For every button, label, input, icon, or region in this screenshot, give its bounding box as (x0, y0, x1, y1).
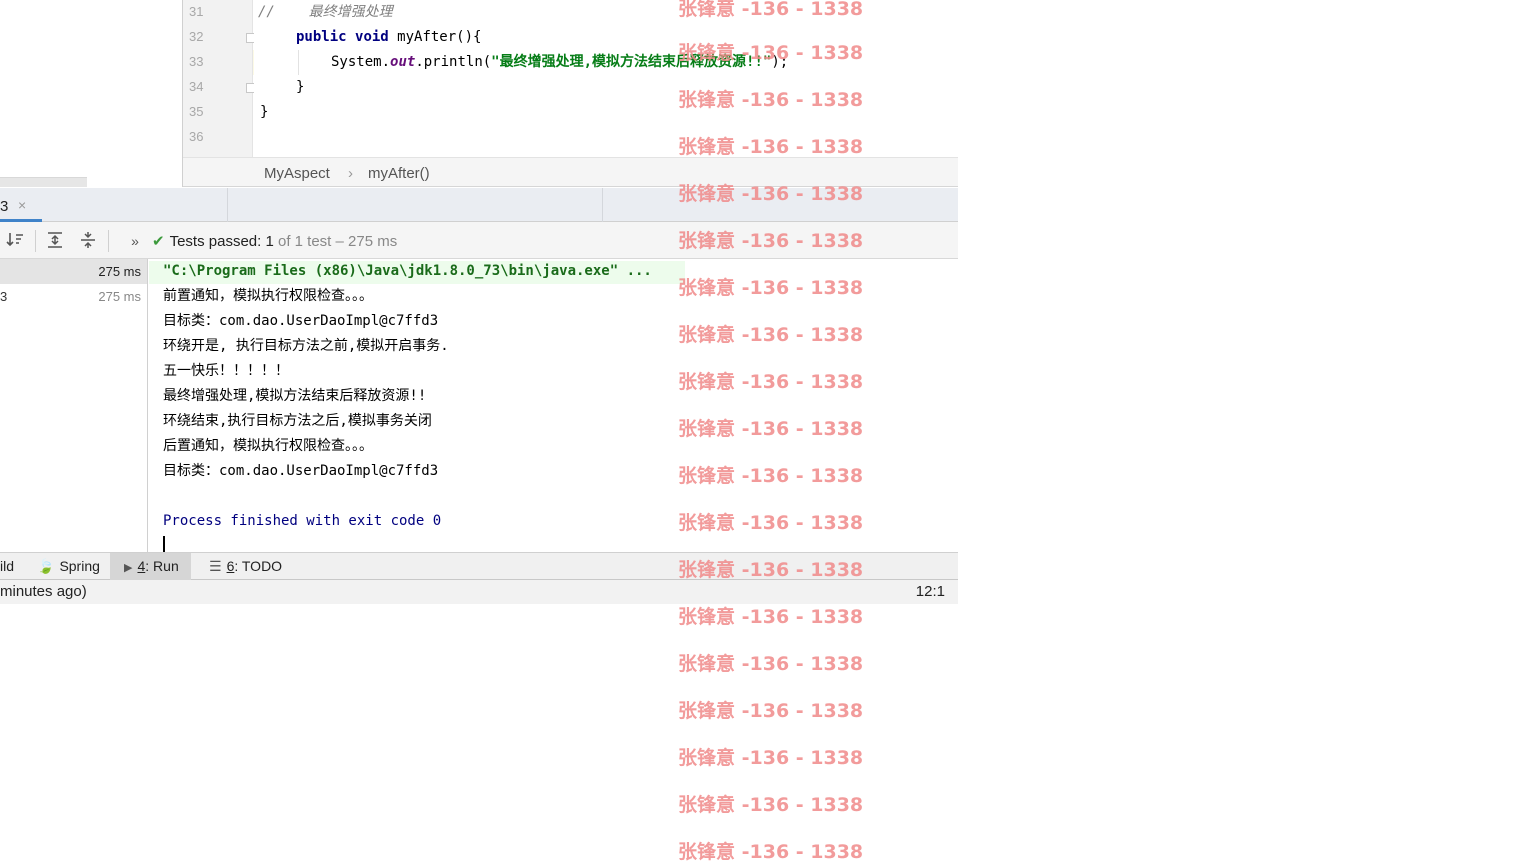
check-icon: ✔ (152, 233, 165, 250)
list-icon: ☰ (209, 558, 222, 574)
console-line: 后置通知，模拟执行权限检查。。。 (163, 438, 373, 454)
watermark: 张锋意 -136 - 1338 (678, 653, 864, 675)
line-number: 31 (189, 4, 204, 19)
todo-label: : TODO (234, 558, 283, 574)
line-number: 33 (189, 54, 204, 69)
watermark: 张锋意 -136 - 1338 (678, 89, 864, 111)
run-tool-button[interactable]: ▶ 4: Run (110, 553, 191, 580)
watermark: 张锋意 -136 - 1338 (678, 559, 864, 581)
code-text: myAfter(){ (388, 29, 482, 45)
code-keyword: void (355, 29, 389, 45)
line-number: 32 (189, 29, 204, 44)
indent-guide (298, 50, 299, 75)
tests-summary-text: of 1 test – 275 ms (273, 233, 398, 250)
line-number: 34 (189, 79, 204, 94)
watermark: 张锋意 -136 - 1338 (678, 136, 864, 158)
spring-tool-button[interactable]: 🍃 Spring (37, 553, 100, 580)
watermark: 张锋意 -136 - 1338 (678, 747, 864, 769)
watermark: 张锋意 -136 - 1338 (678, 512, 864, 534)
code-text: } (260, 104, 269, 120)
status-message: minutes ago) (0, 583, 87, 600)
test-tree-row-root[interactable]: 275 ms (0, 259, 147, 284)
console-command-line[interactable]: "C:\Program Files (x86)\Java\jdk1.8.0_73… (163, 259, 652, 284)
watermark: 张锋意 -136 - 1338 (678, 230, 864, 252)
watermark: 张锋意 -136 - 1338 (678, 841, 864, 863)
console-line: 目标类：com.dao.UserDaoImpl@c7ffd3 (163, 463, 439, 479)
collapse-all-icon[interactable] (78, 231, 98, 251)
status-bar: minutes ago) 12:1 (0, 580, 958, 604)
watermark: 张锋意 -136 - 1338 (678, 183, 864, 205)
watermark: 张锋意 -136 - 1338 (678, 606, 864, 628)
project-panel (0, 0, 183, 187)
breadcrumb-method[interactable]: myAfter() (368, 165, 430, 182)
watermark: 张锋意 -136 - 1338 (678, 465, 864, 487)
run-label: : Run (145, 558, 179, 574)
tests-status: ✔ Tests passed: 1 of 1 test – 275 ms (152, 232, 397, 250)
code-field: out (390, 54, 416, 70)
code-text: } (296, 79, 305, 95)
console-line: 环绕开是, 执行目标方法之前,模拟开启事务. (163, 338, 449, 354)
breadcrumb-class[interactable]: MyAspect (264, 165, 330, 182)
toolbar-separator (35, 230, 36, 252)
run-tab-label: 3 (0, 198, 9, 215)
code-keyword: public (296, 29, 347, 45)
watermark: 张锋意 -136 - 1338 (678, 371, 864, 393)
editor-gutter: 31 32 33 34 35 36 (183, 0, 256, 157)
todo-tool-button[interactable]: ☰ 6: TODO (209, 553, 282, 580)
watermark: 张锋意 -136 - 1338 (678, 277, 864, 299)
tests-passed-text: Tests passed: 1 (169, 233, 274, 250)
code-comment: // 最终增强处理 (258, 4, 393, 20)
run-play-icon: ▶ (124, 562, 133, 574)
console-exit-line: Process finished with exit code 0 (163, 513, 442, 529)
tab-separator (602, 188, 603, 222)
code-line-31[interactable]: // 最终增强处理 (258, 0, 393, 25)
chevron-right-icon: › (348, 165, 353, 182)
test-tree-row[interactable]: 3 275 ms (0, 284, 147, 309)
text-caret (163, 536, 165, 553)
code-text: System. (331, 54, 391, 70)
tab-separator (227, 188, 228, 222)
run-tab[interactable]: 3 × (0, 188, 42, 222)
toolbar-separator (108, 230, 109, 252)
console-line: 最终增强处理,模拟方法结束后释放资源!! (163, 388, 427, 404)
watermark: 张锋意 -136 - 1338 (678, 418, 864, 440)
spring-label: Spring (59, 558, 100, 574)
test-tree: 275 ms 3 275 ms (0, 259, 148, 552)
test-duration: 275 ms (98, 289, 141, 304)
test-tree-label: 3 (0, 289, 8, 304)
watermark: 张锋意 -136 - 1338 (678, 700, 864, 722)
console-line: 五一快乐！！！！！ (163, 363, 289, 379)
line-number: 36 (189, 129, 204, 144)
watermark: 张锋意 -136 - 1338 (678, 0, 864, 20)
code-text: .println( (415, 54, 492, 70)
expand-all-icon[interactable] (45, 231, 65, 251)
spring-leaf-icon: 🍃 (37, 558, 55, 574)
console-line: 目标类：com.dao.UserDaoImpl@c7ffd3 (163, 313, 439, 329)
build-tool-button[interactable]: ild (0, 553, 14, 580)
more-actions-icon[interactable]: » (125, 231, 145, 251)
watermark: 张锋意 -136 - 1338 (678, 42, 864, 64)
code-line-35[interactable]: } (260, 100, 268, 125)
console-line: 环绕结束,执行目标方法之后,模拟事务关闭 (163, 413, 432, 429)
code-line-34[interactable]: } (296, 75, 304, 100)
caret-position[interactable]: 12:1 (916, 583, 945, 600)
watermark: 张锋意 -136 - 1338 (678, 324, 864, 346)
close-icon[interactable]: × (18, 197, 26, 213)
sort-icon[interactable] (5, 231, 25, 251)
watermark: 张锋意 -136 - 1338 (678, 794, 864, 816)
test-duration: 275 ms (98, 264, 141, 279)
console-line: 前置通知，模拟执行权限检查。。。 (163, 288, 373, 304)
line-number: 35 (189, 104, 204, 119)
code-line-32[interactable]: public void myAfter(){ (296, 25, 481, 50)
horizontal-scrollbar[interactable] (0, 177, 87, 187)
